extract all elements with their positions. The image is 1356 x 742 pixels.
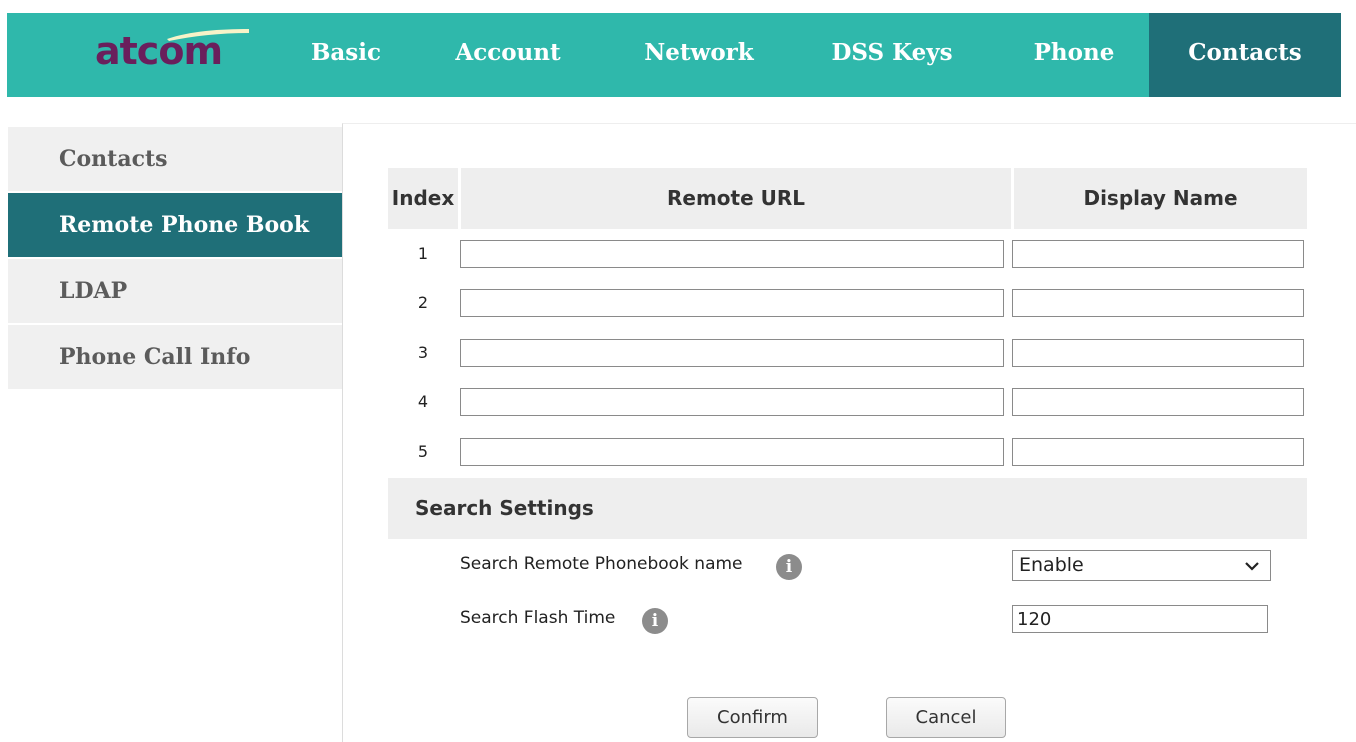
nav-network[interactable]: Network [625,13,773,97]
remote-url-input-5[interactable] [460,438,1004,466]
display-name-input-3[interactable] [1012,339,1304,367]
display-name-input-1[interactable] [1012,240,1304,268]
confirm-button[interactable]: Confirm [687,697,818,738]
search-remote-phonebook-name-label: Search Remote Phonebook name [460,554,743,574]
search-flash-time-input[interactable] [1012,605,1268,633]
left-sidebar: Contacts Remote Phone Book LDAP Phone Ca… [8,127,342,391]
remote-url-input-4[interactable] [460,388,1004,416]
search-settings-header: Search Settings [388,478,1307,539]
remote-url-input-3[interactable] [460,339,1004,367]
nav-account[interactable]: Account [443,13,573,97]
info-icon[interactable]: i [642,608,668,634]
nav-phone[interactable]: Phone [1019,13,1129,97]
nav-dss-keys[interactable]: DSS Keys [817,13,967,97]
header-index: Index [388,168,458,229]
sidebar-item-remote-phone-book[interactable]: Remote Phone Book [8,193,342,259]
remote-url-input-2[interactable] [460,289,1004,317]
select-value: Enable [1019,554,1084,576]
nav-basic[interactable]: Basic [303,13,389,97]
sidebar-item-phone-call-info[interactable]: Phone Call Info [8,325,342,391]
info-icon[interactable]: i [776,554,802,580]
display-name-input-2[interactable] [1012,289,1304,317]
row-index: 4 [417,392,429,411]
row-index: 1 [417,244,429,263]
search-flash-time-label: Search Flash Time [460,608,616,628]
chevron-down-icon [1245,562,1259,571]
row-index: 5 [417,442,429,461]
header-remote-url: Remote URL [461,168,1011,229]
sidebar-item-contacts[interactable]: Contacts [8,127,342,193]
row-index: 3 [417,343,429,362]
atcom-logo: atcom [95,27,255,83]
header-display-name: Display Name [1014,168,1307,229]
cancel-button[interactable]: Cancel [886,697,1006,738]
display-name-input-4[interactable] [1012,388,1304,416]
top-nav-bar: atcom Basic Account Network DSS Keys Pho… [7,13,1341,97]
remote-url-input-1[interactable] [460,240,1004,268]
row-index: 2 [417,293,429,312]
logo-text: atcom [95,29,223,73]
search-remote-phonebook-name-select[interactable]: Enable [1012,550,1271,581]
display-name-input-5[interactable] [1012,438,1304,466]
nav-contacts[interactable]: Contacts [1149,13,1341,97]
sidebar-item-ldap[interactable]: LDAP [8,259,342,325]
